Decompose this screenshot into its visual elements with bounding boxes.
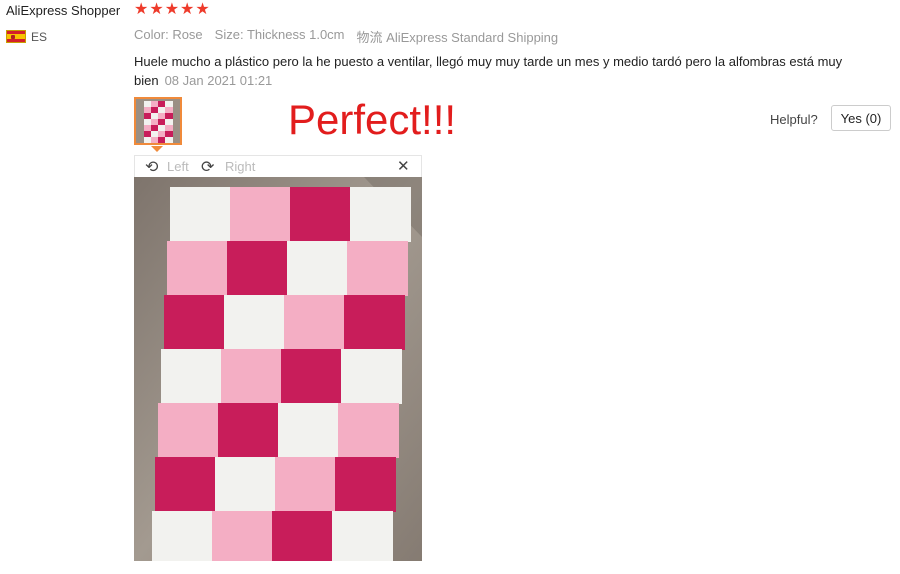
helpful-yes-button[interactable]: Yes (0) (831, 105, 891, 131)
rotate-left-icon[interactable]: ⟲ (145, 157, 158, 177)
size-label: Size: (214, 27, 244, 42)
review-photo (134, 177, 422, 561)
star-icon: ★ (180, 1, 195, 18)
review-photo-thumbnail[interactable] (134, 97, 182, 145)
star-icon: ★ (164, 1, 180, 18)
overlay-caption: Perfect!!! (288, 96, 457, 143)
country-code: ES (31, 30, 48, 44)
shipping-value: AliExpress Standard Shipping (386, 30, 559, 45)
rotate-left-button[interactable]: Left (167, 159, 189, 174)
helpful-label: Helpful? (770, 112, 818, 127)
close-icon[interactable]: ✕ (397, 157, 410, 175)
star-icon: ★ (149, 1, 164, 18)
shipping-attribute: 物流 AliExpress Standard Shipping (357, 27, 559, 46)
rotate-right-icon[interactable]: ⟳ (201, 157, 214, 177)
reviewer-name: AliExpress Shopper (6, 3, 121, 18)
color-label: Color: (134, 27, 169, 42)
rotate-right-button[interactable]: Right (225, 159, 255, 174)
thumbnail-pointer (151, 146, 163, 152)
review-meta: Color: Rose Size: Thickness 1.0cm 物流 Ali… (134, 27, 558, 46)
color-attribute: Color: Rose (134, 27, 203, 46)
color-value: Rose (172, 27, 203, 42)
star-rating: ★ ★ ★ ★ ★ (134, 2, 210, 18)
spain-flag-icon (6, 30, 26, 43)
review-date: 08 Jan 2021 01:21 (164, 73, 273, 88)
star-icon: ★ (195, 1, 210, 18)
shipping-label: 物流 (356, 30, 383, 45)
photo-viewer-toolbar: ⟲ Left ⟳ Right ✕ (134, 155, 422, 177)
star-icon: ★ (134, 1, 149, 18)
review-body: Huele mucho a plástico pero la he puesto… (134, 52, 874, 90)
size-attribute: Size: Thickness 1.0cm (215, 27, 345, 46)
size-value: Thickness 1.0cm (246, 27, 345, 42)
